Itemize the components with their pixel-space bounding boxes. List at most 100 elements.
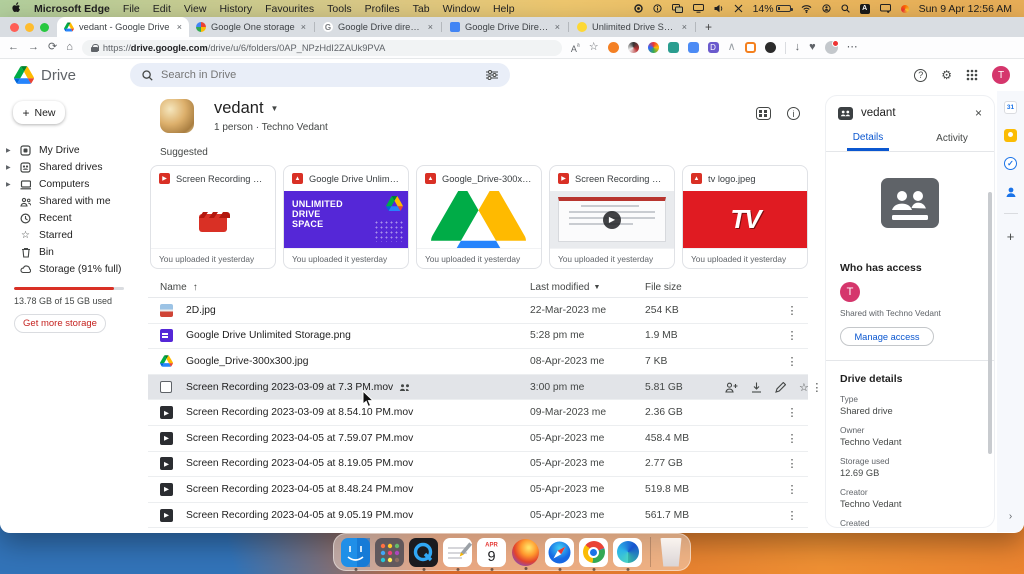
dock-trash-icon[interactable]	[660, 537, 682, 567]
spotlight-icon[interactable]	[841, 4, 850, 13]
tab-close-icon[interactable]: ×	[177, 22, 182, 32]
more-options-icon[interactable]: ⋮	[784, 483, 800, 496]
table-row[interactable]: ▶ Screen Recording 2023-03-09 at 8.54.10…	[148, 400, 808, 426]
menu-profiles[interactable]: Profiles	[365, 3, 400, 15]
search-input[interactable]	[161, 69, 479, 81]
user-switch-icon[interactable]	[821, 4, 831, 13]
search-filters-icon[interactable]	[486, 70, 499, 80]
tab-direct-link-generator[interactable]: Google Drive Direct Link Gene ×	[443, 17, 567, 37]
downloads-icon[interactable]: ↓	[795, 42, 801, 53]
sidebar-item-bin[interactable]: Bin	[0, 244, 140, 261]
address-bar[interactable]: https://drive.google.com/drive/u/6/folde…	[81, 39, 562, 56]
volume-icon[interactable]	[714, 4, 724, 13]
suggested-card-tv-logo[interactable]: ▲ tv logo.jpeg TV You uploaded it yesterd…	[682, 165, 808, 269]
menu-view[interactable]: View	[184, 3, 207, 15]
get-more-storage-button[interactable]: Get more storage	[14, 314, 106, 333]
tab-close-icon[interactable]: ×	[555, 22, 560, 32]
dock-quicktime-icon[interactable]	[409, 537, 438, 567]
panel-scrollbar[interactable]	[988, 192, 992, 454]
favorites-star-icon[interactable]: ☆	[589, 42, 599, 53]
dock-edge-icon[interactable]	[613, 537, 642, 567]
extension-icon-9[interactable]	[764, 42, 776, 53]
menu-tab[interactable]: Tab	[413, 3, 430, 15]
suggested-card-screen-recording-2[interactable]: ▶ Screen Recording 202... ▶ You uploaded …	[549, 165, 675, 269]
sidebar-item-starred[interactable]: ☆ Starred	[0, 227, 140, 244]
table-row[interactable]: ▶ Screen Recording 2023-04-05 at 8.48.24…	[148, 477, 808, 503]
input-source-icon[interactable]: A	[859, 3, 870, 14]
menu-window[interactable]: Window	[443, 3, 480, 15]
more-options-icon[interactable]: ⋮	[784, 355, 800, 368]
extension-icon-7[interactable]: ∧	[728, 42, 736, 53]
download-icon[interactable]	[751, 382, 762, 393]
sidebar-item-storage[interactable]: Storage (91% full)	[0, 261, 140, 278]
expand-caret-icon[interactable]: ▶	[6, 164, 12, 171]
dock-notes-icon[interactable]	[443, 537, 472, 567]
tab-close-icon[interactable]: ×	[682, 22, 687, 32]
extension-icon-4[interactable]	[667, 42, 679, 53]
apple-menu-icon[interactable]	[12, 1, 21, 16]
view-toggle-icon[interactable]	[756, 107, 771, 120]
home-button[interactable]: ⌂	[66, 42, 73, 53]
row-checkbox[interactable]	[160, 381, 172, 394]
calendar-app-icon[interactable]: 31	[1004, 101, 1017, 114]
forward-button[interactable]: →	[28, 42, 39, 53]
tab-activity[interactable]: Activity	[910, 126, 994, 151]
extension-icon-6[interactable]: D	[707, 42, 719, 53]
drive-search-bar[interactable]	[130, 63, 511, 87]
access-avatar[interactable]: T	[840, 282, 860, 302]
more-options-icon[interactable]: ⋮	[809, 381, 825, 394]
stage-manager-icon[interactable]	[671, 4, 683, 13]
drive-brand[interactable]: Drive	[14, 66, 76, 84]
dock-launchpad-icon[interactable]	[375, 537, 404, 567]
manage-access-button[interactable]: Manage access	[840, 327, 934, 346]
extension-icon-2[interactable]	[627, 42, 639, 53]
minimize-window-button[interactable]	[25, 22, 34, 32]
sidebar-item-shared-drives[interactable]: ▶ Shared drives	[0, 159, 140, 176]
share-add-person-icon[interactable]	[725, 382, 738, 393]
display-icon[interactable]	[692, 4, 704, 13]
dock-safari-icon[interactable]	[545, 537, 574, 567]
extension-icon-8[interactable]	[744, 42, 756, 53]
menu-tools[interactable]: Tools	[327, 3, 352, 15]
google-apps-grid-icon[interactable]	[966, 69, 978, 81]
tab-details[interactable]: Details	[826, 126, 910, 151]
table-row[interactable]: Google Drive Unlimited Storage.png 5:28 …	[148, 324, 808, 350]
contacts-app-icon[interactable]	[1004, 185, 1017, 198]
keep-app-icon[interactable]	[1004, 129, 1017, 142]
info-status-icon[interactable]	[652, 4, 662, 13]
refresh-button[interactable]: ⟳	[48, 42, 57, 53]
expand-caret-icon[interactable]: ▶	[6, 147, 12, 154]
details-info-icon[interactable]: i	[787, 107, 800, 120]
dock-firefox-icon[interactable]	[512, 538, 539, 566]
suggested-card-unlimited-drive-space[interactable]: ▲ Google Drive Unlimite... UNLIMITED DRIV…	[283, 165, 409, 269]
lock-icon[interactable]	[90, 43, 99, 52]
table-row[interactable]: ▶ Screen Recording 2023-04-05 at 7.59.07…	[148, 426, 808, 452]
extension-icon-1[interactable]	[607, 42, 619, 53]
star-icon[interactable]: ☆	[799, 381, 809, 394]
table-row[interactable]: ▶ Screen Recording 2023-04-05 at 8.19.05…	[148, 452, 808, 478]
tab-close-icon[interactable]: ×	[301, 22, 306, 32]
expand-caret-icon[interactable]: ▶	[6, 181, 12, 188]
cut-status-icon[interactable]	[734, 4, 743, 13]
new-button[interactable]: + New	[13, 101, 65, 124]
tab-drive-direct-download[interactable]: G Google Drive direct download ×	[316, 17, 440, 37]
sidebar-item-recent[interactable]: Recent	[0, 210, 140, 227]
suggested-card-screen-recording-1[interactable]: ▶ Screen Recording 202... You uploaded it…	[150, 165, 276, 269]
screen-mirroring-icon[interactable]	[879, 4, 891, 13]
menu-app-name[interactable]: Microsoft Edge	[34, 3, 110, 15]
tasks-app-icon[interactable]: ✓	[1004, 157, 1017, 170]
close-panel-icon[interactable]: ×	[975, 106, 982, 120]
menu-edit[interactable]: Edit	[153, 3, 171, 15]
sort-ascending-icon[interactable]: ↑	[193, 282, 198, 293]
close-window-button[interactable]	[10, 22, 19, 32]
tab-unlimited-drive-space[interactable]: Unlimited Drive Space – ViSkill ×	[570, 17, 694, 37]
maximize-window-button[interactable]	[40, 22, 49, 32]
sort-dropdown-icon[interactable]: ▼	[593, 284, 600, 291]
menubar-clock[interactable]: Sun 9 Apr 12:56 AM	[919, 3, 1012, 15]
title-dropdown-icon[interactable]: ▼	[271, 104, 279, 113]
tab-vedant-google-drive[interactable]: vedant - Google Drive ×	[57, 17, 189, 37]
dock-finder-icon[interactable]	[341, 537, 370, 567]
browser-profile-avatar[interactable]	[824, 40, 839, 54]
more-options-icon[interactable]: ⋮	[784, 406, 800, 419]
suggested-card-google-drive-300[interactable]: ▲ Google_Drive-300x30... You uploaded it …	[416, 165, 542, 269]
